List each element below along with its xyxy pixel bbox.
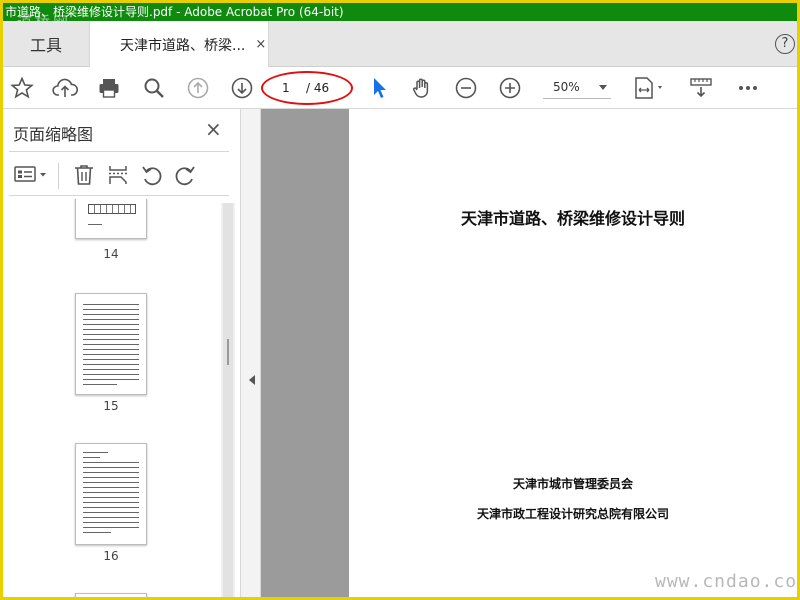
tab-tools[interactable]: 工具: [3, 21, 89, 67]
scrollbar-thumb[interactable]: [223, 203, 233, 597]
help-icon[interactable]: ?: [775, 34, 795, 54]
thumbnail-table: [88, 204, 136, 214]
zoom-value: 50%: [553, 80, 580, 94]
document-organization-2: 天津市政工程设计研究总院有限公司: [476, 507, 669, 521]
divider: [9, 151, 229, 152]
upload-cloud-icon[interactable]: [51, 74, 79, 102]
hand-tool-icon[interactable]: [408, 74, 436, 102]
thumbnail-scrollbar[interactable]: [221, 203, 235, 597]
insert-page-icon[interactable]: [104, 161, 132, 189]
tab-bar: 工具 天津市道路、桥梁... × ?: [3, 21, 797, 68]
next-page-icon[interactable]: [228, 74, 256, 102]
panel-toolbar: [3, 157, 241, 193]
window-title: 市道路、桥梁维修设计导则.pdf - Adobe Acrobat Pro (64…: [3, 3, 797, 21]
divider: [58, 163, 59, 189]
options-menu-icon[interactable]: [11, 160, 51, 188]
document-title: 天津市道路、桥梁维修设计导则: [460, 209, 685, 228]
bookmark-star-icon[interactable]: [8, 74, 36, 102]
zoom-select[interactable]: 50%: [543, 77, 611, 99]
search-icon[interactable]: [140, 74, 168, 102]
thumbnail-page[interactable]: [75, 199, 147, 239]
select-cursor-icon[interactable]: [365, 74, 393, 102]
more-options-icon[interactable]: [734, 74, 762, 102]
document-page: 天津市道路、桥梁维修设计导则 天津市城市管理委员会 天津市政工程设计研究总院有限…: [349, 109, 797, 597]
thumbnail-page-number: 15: [103, 399, 119, 413]
print-icon[interactable]: [95, 74, 123, 102]
zoom-out-icon[interactable]: [452, 74, 480, 102]
thumbnail-page-number: 14: [103, 247, 119, 261]
page-fit-icon[interactable]: [631, 74, 669, 102]
thumbnails-panel: 页面缩略图 × 14 15 16: [3, 109, 241, 597]
divider: [9, 195, 229, 196]
watermark-url: www.cndao.com: [655, 571, 800, 592]
delete-trash-icon[interactable]: [70, 161, 98, 189]
app-window: 市道路、桥梁维修设计导则.pdf - Adobe Acrobat Pro (64…: [0, 0, 800, 600]
scroll-mode-icon[interactable]: [687, 74, 715, 102]
thumbnail-page-number: 16: [103, 549, 119, 563]
panel-resize-handle[interactable]: [227, 339, 229, 365]
main-toolbar: 1 / 46 50%: [3, 67, 797, 109]
thumbnail-page[interactable]: [75, 293, 147, 395]
chevron-down-icon: [599, 85, 607, 90]
tab-document-label: 天津市道路、桥梁...: [120, 37, 246, 54]
tab-document[interactable]: 天津市道路、桥梁... ×: [89, 21, 269, 68]
thumbnail-page[interactable]: [75, 593, 147, 597]
rotate-right-icon[interactable]: [171, 161, 199, 189]
collapse-panel-icon[interactable]: [249, 375, 255, 385]
previous-page-icon[interactable]: [184, 74, 212, 102]
panel-splitter[interactable]: [241, 109, 261, 597]
thumbnail-page[interactable]: [75, 443, 147, 545]
panel-title: 页面缩略图: [13, 125, 94, 144]
red-highlight-annotation: [261, 71, 353, 105]
panel-close-icon[interactable]: ×: [205, 117, 222, 141]
document-organization-1: 天津市城市管理委员会: [512, 477, 633, 491]
thumbnail-list: 14 15 16: [3, 199, 223, 597]
tab-close-icon[interactable]: ×: [255, 37, 266, 52]
zoom-in-icon[interactable]: [496, 74, 524, 102]
rotate-left-icon[interactable]: [138, 161, 166, 189]
